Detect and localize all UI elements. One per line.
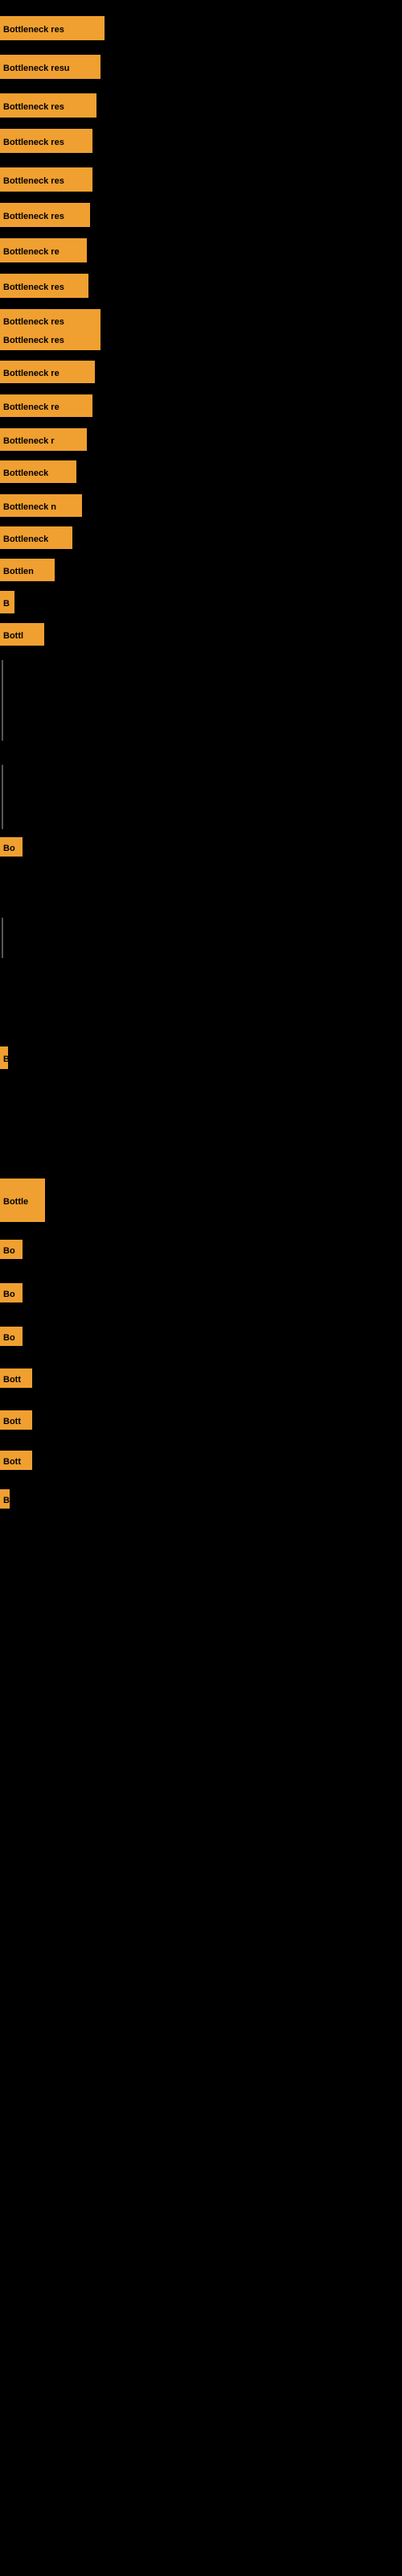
label-item: B [0,1046,8,1069]
label-item: Bo [0,1240,23,1259]
label-item: Bottleneck res [0,129,92,153]
label-item: Bottleneck r [0,428,87,451]
label-item: Bottleneck resu [0,55,100,79]
vertical-line [2,660,3,741]
label-item: Bottleneck res [0,93,96,118]
vertical-line [2,918,3,958]
label-item: B [0,591,14,613]
label-item: Bottleneck re [0,238,87,262]
label-item: Bottleneck res [0,328,100,350]
label-item: Bottleneck res [0,16,105,40]
label-item: Bott [0,1410,32,1430]
label-item: B [0,1489,10,1509]
label-item: Bottlen [0,559,55,581]
label-item: Bo [0,837,23,857]
label-item: Bottle [0,1179,45,1222]
label-item: Bottleneck res [0,203,90,227]
label-item: Bott [0,1368,32,1388]
label-item: Bo [0,1283,23,1302]
site-title [0,2,402,11]
label-item: Bottleneck [0,460,76,483]
label-item: Bottleneck [0,526,72,549]
label-item: Bottleneck n [0,494,82,517]
label-item: Bottleneck re [0,394,92,417]
label-item: Bott [0,1451,32,1470]
label-item: Bottleneck re [0,361,95,383]
vertical-line [2,765,3,829]
label-item: Bo [0,1327,23,1346]
label-item: Bottleneck res [0,274,88,298]
label-item: Bottleneck res [0,167,92,192]
label-item: Bottl [0,623,44,646]
